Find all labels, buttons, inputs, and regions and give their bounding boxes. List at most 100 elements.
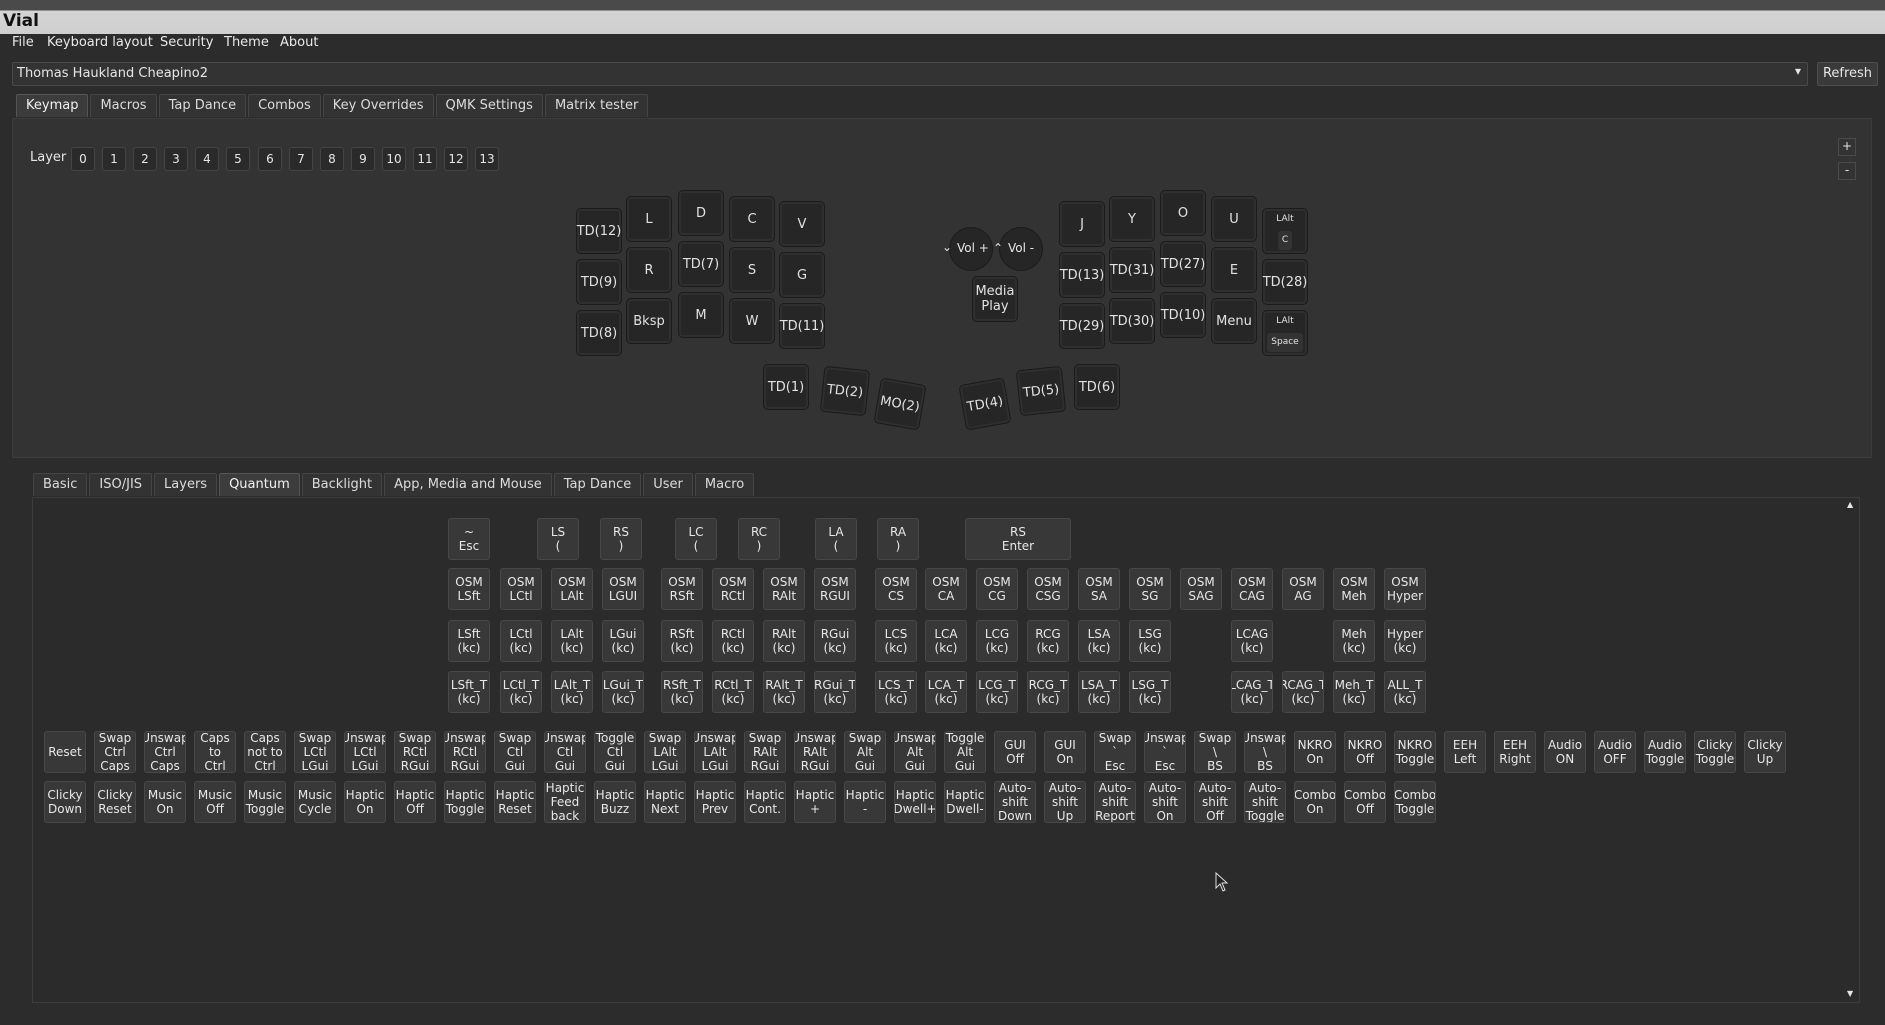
keycode-button[interactable]: ALL_T (kc) — [1384, 671, 1426, 713]
key-bksp[interactable]: Bksp — [626, 298, 672, 344]
keycode-button[interactable]: OSM RSft — [661, 568, 703, 610]
keycode-button[interactable]: RSft_T (kc) — [661, 671, 703, 713]
key-v[interactable]: V — [779, 201, 825, 247]
keycode-button[interactable]: OSM SG — [1129, 568, 1171, 610]
keycode-button[interactable]: Reset — [44, 731, 86, 773]
keycode-button[interactable]: LC ( — [675, 518, 717, 560]
keycode-button[interactable]: Toggle Alt Gui — [944, 731, 986, 773]
keycode-button[interactable]: LCG_T (kc) — [976, 671, 1018, 713]
keycode-button[interactable]: Clicky Toggle — [1694, 731, 1736, 773]
keycode-button[interactable]: Meh (kc) — [1333, 620, 1375, 662]
keycode-button[interactable]: Auto- shift On — [1144, 781, 1186, 823]
keycode-button[interactable]: Unswap Alt Gui — [894, 731, 936, 773]
keycode-button[interactable]: Music Toggle — [244, 781, 286, 823]
key-m[interactable]: M — [678, 292, 724, 338]
refresh-button[interactable]: Refresh — [1817, 62, 1878, 86]
tab-macro[interactable]: Macro — [694, 473, 755, 496]
zoom-in-button[interactable]: + — [1838, 138, 1856, 156]
keycode-button[interactable]: LCA (kc) — [925, 620, 967, 662]
layer-button-8[interactable]: 8 — [320, 147, 344, 171]
tab-tap-dance-keys[interactable]: Tap Dance — [553, 473, 642, 496]
keycode-button[interactable]: LCA_T (kc) — [925, 671, 967, 713]
keycode-button[interactable]: LA ( — [815, 518, 857, 560]
key-td-27-[interactable]: TD(27) — [1160, 241, 1206, 287]
layer-button-5[interactable]: 5 — [226, 147, 250, 171]
key-td-5-[interactable]: TD(5) — [1015, 365, 1067, 417]
key-td-10-[interactable]: TD(10) — [1160, 292, 1206, 338]
keycode-button[interactable]: Unswap LCtl LGui — [344, 731, 386, 773]
keycode-button[interactable]: Haptic Toggle — [444, 781, 486, 823]
keycode-button[interactable]: RCG_T (kc) — [1027, 671, 1069, 713]
tab-key-overrides[interactable]: Key Overrides — [322, 94, 434, 117]
key-u[interactable]: U — [1211, 196, 1257, 242]
keycode-button[interactable]: RGui_T (kc) — [814, 671, 856, 713]
keycode-button[interactable]: OSM LSft — [448, 568, 490, 610]
keycode-button[interactable]: Swap LCtl LGui — [294, 731, 336, 773]
keycode-button[interactable]: Caps to Ctrl — [194, 731, 236, 773]
keycode-button[interactable]: RC ) — [738, 518, 780, 560]
keycode-button[interactable]: Unswap RCtl RGui — [444, 731, 486, 773]
keycode-button[interactable]: Hyper (kc) — [1384, 620, 1426, 662]
keycode-button[interactable]: Combo Toggle — [1394, 781, 1436, 823]
key-menu[interactable]: Menu — [1211, 298, 1257, 344]
scroll-up-icon[interactable]: ▲ — [1847, 500, 1853, 509]
keycode-button[interactable]: RAlt_T (kc) — [763, 671, 805, 713]
keycode-button[interactable]: OSM CSG — [1027, 568, 1069, 610]
keycode-button[interactable]: Music On — [144, 781, 186, 823]
keycode-button[interactable]: GUI Off — [994, 731, 1036, 773]
tab-keymap[interactable]: Keymap — [16, 94, 89, 117]
keycode-button[interactable]: Audio ON — [1544, 731, 1586, 773]
keycode-button[interactable]: Unswap ` Esc — [1144, 731, 1186, 773]
menu-file[interactable]: File — [12, 35, 34, 50]
tab-user[interactable]: User — [643, 473, 693, 496]
layer-button-7[interactable]: 7 — [289, 147, 313, 171]
layer-button-12[interactable]: 12 — [444, 147, 468, 171]
vertical-scrollbar[interactable]: ▲ ▼ — [1845, 498, 1857, 1000]
key-j[interactable]: J — [1059, 201, 1105, 247]
keycode-button[interactable]: LCAG_T (kc) — [1231, 671, 1273, 713]
keycode-button[interactable]: Auto- shift Down — [994, 781, 1036, 823]
key-c[interactable]: C — [729, 196, 775, 242]
tab-app-media-mouse[interactable]: App, Media and Mouse — [384, 473, 552, 496]
tab-macros[interactable]: Macros — [90, 94, 157, 117]
layer-button-4[interactable]: 4 — [195, 147, 219, 171]
key-d[interactable]: D — [678, 190, 724, 236]
keycode-button[interactable]: Haptic Next — [644, 781, 686, 823]
key-td-12-[interactable]: TD(12) — [576, 208, 622, 254]
key-media-play[interactable]: Media Play — [972, 276, 1018, 322]
keycode-button[interactable]: Swap Ctrl Caps — [94, 731, 136, 773]
key-td-28-[interactable]: TD(28) — [1262, 259, 1308, 305]
keycode-button[interactable]: Auto- shift Report — [1094, 781, 1136, 823]
keycode-button[interactable]: OSM CG — [976, 568, 1018, 610]
keycode-button[interactable]: Swap RCtl RGui — [394, 731, 436, 773]
layer-button-9[interactable]: 9 — [351, 147, 375, 171]
keycode-button[interactable]: Haptic Dwell+ — [894, 781, 936, 823]
keycode-button[interactable]: NKRO On — [1294, 731, 1336, 773]
keycode-button[interactable]: OSM Hyper — [1384, 568, 1426, 610]
key-td-8-[interactable]: TD(8) — [576, 310, 622, 356]
tab-qmk-settings[interactable]: QMK Settings — [435, 94, 543, 117]
zoom-out-button[interactable]: - — [1838, 162, 1856, 180]
keycode-button[interactable]: OSM RAlt — [763, 568, 805, 610]
key-lalt-dual[interactable]: LAlt Space — [1262, 310, 1308, 356]
keycode-button[interactable]: Swap ` Esc — [1094, 731, 1136, 773]
keycode-button[interactable]: Swap Alt Gui — [844, 731, 886, 773]
layer-button-6[interactable]: 6 — [258, 147, 282, 171]
keycode-button[interactable]: RSft (kc) — [661, 620, 703, 662]
key-s[interactable]: S — [729, 247, 775, 293]
menu-about[interactable]: About — [280, 35, 318, 50]
key-l[interactable]: L — [626, 196, 672, 242]
menu-security[interactable]: Security — [160, 35, 213, 50]
keycode-button[interactable]: Music Cycle — [294, 781, 336, 823]
menu-theme[interactable]: Theme — [224, 35, 269, 50]
keycode-button[interactable]: LAlt_T (kc) — [551, 671, 593, 713]
key-td-7-[interactable]: TD(7) — [678, 241, 724, 287]
key-td-31-[interactable]: TD(31) — [1109, 247, 1155, 293]
keycode-button[interactable]: RS ) — [600, 518, 642, 560]
keycode-button[interactable]: NKRO Off — [1344, 731, 1386, 773]
keycode-button[interactable]: Auto- shift Toggle — [1244, 781, 1286, 823]
keycode-button[interactable]: RA ) — [877, 518, 919, 560]
keycode-button[interactable]: Clicky Reset — [94, 781, 136, 823]
keycode-button[interactable]: ~ Esc — [448, 518, 490, 560]
keycode-button[interactable]: OSM LGUI — [602, 568, 644, 610]
